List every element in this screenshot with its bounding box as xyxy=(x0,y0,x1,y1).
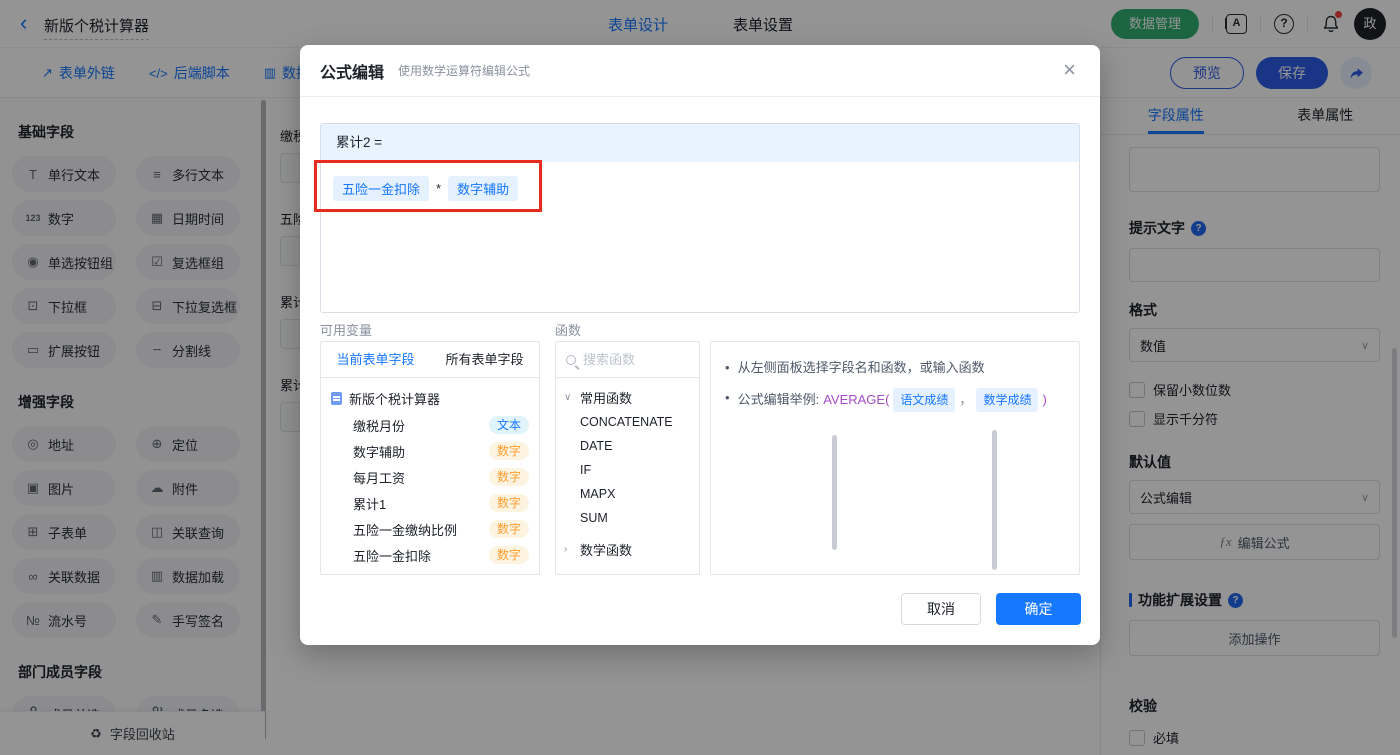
field-type-badge: 数字 xyxy=(488,494,529,512)
formula-field-chip[interactable]: 数字辅助 xyxy=(448,176,519,201)
function-item[interactable]: CONCATENATE xyxy=(556,410,699,434)
form-root-node[interactable]: 新版个税计算器 xyxy=(321,378,539,412)
functions-scrollbar[interactable] xyxy=(992,430,997,570)
variable-item[interactable]: 数字辅助 数字 xyxy=(321,438,539,464)
formula-editor[interactable]: 累计2 = 五险一金扣除 * 数字辅助 xyxy=(320,123,1080,313)
app-root: ‹ 新版个税计算器 表单设计 表单设置 数据管理 A ? 政 ↗ 表单外链 </> 后端… xyxy=(0,0,1400,755)
caret-down-icon: ∨ xyxy=(564,391,572,403)
variables-list: 缴税月份 文本 数字辅助 数字 每月工资 数字 累计1 数字 五险一金缴纳比例 数字 五险一金扣除数… xyxy=(321,412,539,568)
modal-title: 公式编辑 xyxy=(320,64,385,82)
variables-label: 可用变量 xyxy=(320,323,373,338)
variables-scrollbar[interactable] xyxy=(832,435,837,550)
variables-tab-1[interactable]: 所有表单字段 xyxy=(430,342,539,377)
close-icon[interactable]: × xyxy=(1063,59,1076,81)
function-group[interactable]: › 数学函数 xyxy=(556,536,699,562)
variable-item[interactable]: 缴税月份 文本 xyxy=(321,412,539,438)
formula-field-chip[interactable]: 五险一金扣除 xyxy=(333,176,430,201)
variables-panel: 当前表单字段 所有表单字段 新版个税计算器 缴税月份 文本 数字辅助 数字 每月工资 数字累… xyxy=(320,341,540,575)
function-item[interactable]: MAPX xyxy=(556,482,699,506)
example-field-chip: 语文成绩 xyxy=(893,388,956,412)
formula-operator: * xyxy=(436,181,442,196)
function-group[interactable]: ∨ 常用函数 xyxy=(556,384,699,410)
variable-item[interactable]: 累计1 数字 xyxy=(321,490,539,516)
field-type-badge: 文本 xyxy=(488,416,529,434)
field-type-badge: 数字 xyxy=(488,520,529,538)
functions-list: ∨常用函数CONCATENATEDATEIFMAPXSUM ›数学函数 ›文本函数 xyxy=(556,384,699,574)
tip-line-2: 公式编辑举例: AVERAGE( 语文成绩 ， 数学成绩 ) xyxy=(725,388,1065,412)
variables-tab-0[interactable]: 当前表单字段 xyxy=(321,342,430,377)
function-search xyxy=(556,342,699,378)
formula-expression[interactable]: 五险一金扣除 * 数字辅助 xyxy=(321,162,1079,215)
field-type-badge: 数字 xyxy=(488,442,529,460)
functions-label: 函数 xyxy=(555,323,582,338)
form-doc-icon xyxy=(331,392,342,405)
functions-panel: ∨常用函数CONCATENATEDATEIFMAPXSUM ›数学函数 ›文本函数 xyxy=(555,341,700,575)
formula-target: 累计2 = xyxy=(321,124,1079,162)
tip-line-1: 从左侧面板选择字段名和函数，或输入函数 xyxy=(725,358,1065,378)
variables-tabs: 当前表单字段 所有表单字段 xyxy=(321,342,539,378)
example-function-close: ) xyxy=(1042,392,1047,407)
example-function-open: AVERAGE( xyxy=(823,392,890,407)
formula-editor-modal: 公式编辑 使用数学运算符编辑公式 × 累计2 = 五险一金扣除 * 数字辅助 可用变… xyxy=(300,45,1100,645)
function-item[interactable]: DATE xyxy=(556,434,699,458)
function-group[interactable]: ›文本函数 xyxy=(556,568,699,574)
caret-right-icon: › xyxy=(564,543,568,555)
confirm-button[interactable]: 确定 xyxy=(996,593,1081,625)
function-search-input[interactable] xyxy=(583,352,678,367)
example-field-chip: 数学成绩 xyxy=(976,388,1039,412)
tips-panel: 从左侧面板选择字段名和函数，或输入函数 公式编辑举例: AVERAGE( 语文成… xyxy=(710,341,1080,575)
variable-item[interactable]: 五险一金扣除 数字 xyxy=(321,542,539,568)
cancel-button[interactable]: 取消 xyxy=(901,593,981,625)
function-item[interactable]: SUM xyxy=(556,506,699,530)
variable-item[interactable]: 五险一金缴纳比例 数字 xyxy=(321,516,539,542)
modal-subtitle: 使用数学运算符编辑公式 xyxy=(398,64,531,78)
search-icon xyxy=(566,354,576,365)
function-item[interactable]: IF xyxy=(556,458,699,482)
field-type-badge: 数字 xyxy=(488,546,529,564)
field-type-badge: 数字 xyxy=(488,468,529,486)
modal-header: 公式编辑 使用数学运算符编辑公式 xyxy=(300,45,1100,97)
variable-item[interactable]: 每月工资 数字 xyxy=(321,464,539,490)
